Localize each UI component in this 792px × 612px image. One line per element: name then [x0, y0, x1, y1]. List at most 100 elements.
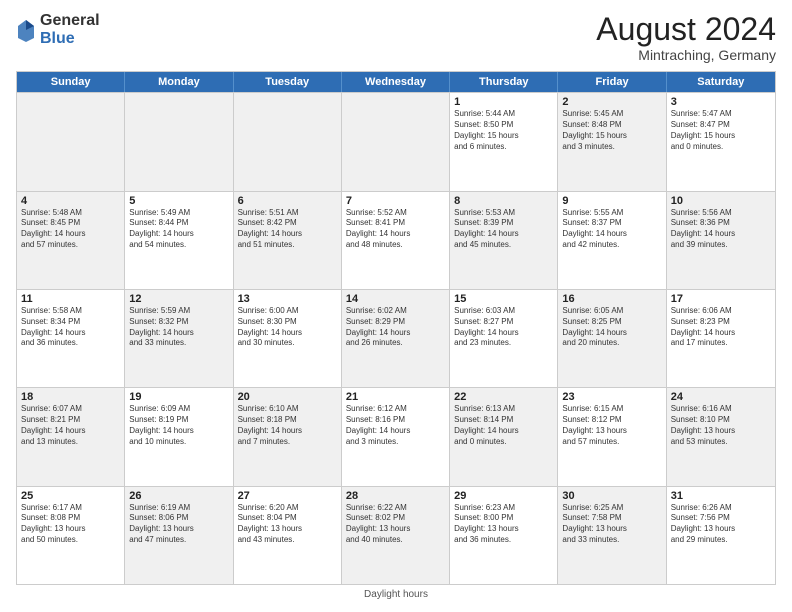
day-number: 12 — [129, 293, 228, 305]
day-number: 22 — [454, 391, 553, 403]
calendar-day-5: 5Sunrise: 5:49 AM Sunset: 8:44 PM Daylig… — [125, 192, 233, 289]
day-header-monday: Monday — [125, 72, 233, 92]
day-header-thursday: Thursday — [450, 72, 558, 92]
logo-blue: Blue — [40, 30, 75, 47]
day-number: 17 — [671, 293, 771, 305]
calendar-empty — [342, 93, 450, 190]
calendar-week-1: 1Sunrise: 5:44 AM Sunset: 8:50 PM Daylig… — [17, 92, 775, 190]
calendar-header: SundayMondayTuesdayWednesdayThursdayFrid… — [17, 72, 775, 92]
day-number: 8 — [454, 195, 553, 207]
header: General Blue August 2024 Mintraching, Ge… — [16, 12, 776, 63]
day-number: 15 — [454, 293, 553, 305]
calendar-day-31: 31Sunrise: 6:26 AM Sunset: 7:56 PM Dayli… — [667, 487, 775, 584]
calendar-day-16: 16Sunrise: 6:05 AM Sunset: 8:25 PM Dayli… — [558, 290, 666, 387]
day-number: 9 — [562, 195, 661, 207]
calendar-day-13: 13Sunrise: 6:00 AM Sunset: 8:30 PM Dayli… — [234, 290, 342, 387]
day-detail: Sunrise: 6:16 AM Sunset: 8:10 PM Dayligh… — [671, 404, 771, 447]
calendar-week-3: 11Sunrise: 5:58 AM Sunset: 8:34 PM Dayli… — [17, 289, 775, 387]
day-number: 26 — [129, 490, 228, 502]
day-detail: Sunrise: 6:26 AM Sunset: 7:56 PM Dayligh… — [671, 503, 771, 546]
day-number: 18 — [21, 391, 120, 403]
day-detail: Sunrise: 6:05 AM Sunset: 8:25 PM Dayligh… — [562, 306, 661, 349]
calendar-day-25: 25Sunrise: 6:17 AM Sunset: 8:08 PM Dayli… — [17, 487, 125, 584]
day-number: 29 — [454, 490, 553, 502]
calendar-day-26: 26Sunrise: 6:19 AM Sunset: 8:06 PM Dayli… — [125, 487, 233, 584]
calendar-empty — [17, 93, 125, 190]
calendar-day-7: 7Sunrise: 5:52 AM Sunset: 8:41 PM Daylig… — [342, 192, 450, 289]
calendar-day-15: 15Sunrise: 6:03 AM Sunset: 8:27 PM Dayli… — [450, 290, 558, 387]
day-detail: Sunrise: 5:48 AM Sunset: 8:45 PM Dayligh… — [21, 208, 120, 251]
day-detail: Sunrise: 5:53 AM Sunset: 8:39 PM Dayligh… — [454, 208, 553, 251]
day-number: 10 — [671, 195, 771, 207]
calendar-empty — [125, 93, 233, 190]
day-detail: Sunrise: 6:23 AM Sunset: 8:00 PM Dayligh… — [454, 503, 553, 546]
day-number: 23 — [562, 391, 661, 403]
logo-text: General Blue — [40, 12, 100, 47]
day-detail: Sunrise: 6:17 AM Sunset: 8:08 PM Dayligh… — [21, 503, 120, 546]
calendar-day-19: 19Sunrise: 6:09 AM Sunset: 8:19 PM Dayli… — [125, 388, 233, 485]
day-number: 13 — [238, 293, 337, 305]
day-number: 3 — [671, 96, 771, 108]
day-detail: Sunrise: 6:02 AM Sunset: 8:29 PM Dayligh… — [346, 306, 445, 349]
calendar-day-11: 11Sunrise: 5:58 AM Sunset: 8:34 PM Dayli… — [17, 290, 125, 387]
calendar-day-27: 27Sunrise: 6:20 AM Sunset: 8:04 PM Dayli… — [234, 487, 342, 584]
calendar-day-29: 29Sunrise: 6:23 AM Sunset: 8:00 PM Dayli… — [450, 487, 558, 584]
day-header-sunday: Sunday — [17, 72, 125, 92]
calendar-day-1: 1Sunrise: 5:44 AM Sunset: 8:50 PM Daylig… — [450, 93, 558, 190]
day-detail: Sunrise: 5:44 AM Sunset: 8:50 PM Dayligh… — [454, 109, 553, 152]
calendar-day-2: 2Sunrise: 5:45 AM Sunset: 8:48 PM Daylig… — [558, 93, 666, 190]
day-number: 25 — [21, 490, 120, 502]
day-number: 7 — [346, 195, 445, 207]
location: Mintraching, Germany — [596, 47, 776, 63]
day-detail: Sunrise: 6:13 AM Sunset: 8:14 PM Dayligh… — [454, 404, 553, 447]
day-number: 24 — [671, 391, 771, 403]
day-detail: Sunrise: 6:19 AM Sunset: 8:06 PM Dayligh… — [129, 503, 228, 546]
day-detail: Sunrise: 5:58 AM Sunset: 8:34 PM Dayligh… — [21, 306, 120, 349]
day-detail: Sunrise: 5:56 AM Sunset: 8:36 PM Dayligh… — [671, 208, 771, 251]
day-number: 31 — [671, 490, 771, 502]
calendar-day-20: 20Sunrise: 6:10 AM Sunset: 8:18 PM Dayli… — [234, 388, 342, 485]
calendar-week-2: 4Sunrise: 5:48 AM Sunset: 8:45 PM Daylig… — [17, 191, 775, 289]
day-number: 14 — [346, 293, 445, 305]
day-number: 1 — [454, 96, 553, 108]
day-number: 6 — [238, 195, 337, 207]
day-number: 19 — [129, 391, 228, 403]
calendar-day-30: 30Sunrise: 6:25 AM Sunset: 7:58 PM Dayli… — [558, 487, 666, 584]
calendar-day-22: 22Sunrise: 6:13 AM Sunset: 8:14 PM Dayli… — [450, 388, 558, 485]
day-detail: Sunrise: 5:45 AM Sunset: 8:48 PM Dayligh… — [562, 109, 661, 152]
day-number: 2 — [562, 96, 661, 108]
calendar-week-5: 25Sunrise: 6:17 AM Sunset: 8:08 PM Dayli… — [17, 486, 775, 584]
day-detail: Sunrise: 6:20 AM Sunset: 8:04 PM Dayligh… — [238, 503, 337, 546]
day-detail: Sunrise: 6:22 AM Sunset: 8:02 PM Dayligh… — [346, 503, 445, 546]
calendar-body: 1Sunrise: 5:44 AM Sunset: 8:50 PM Daylig… — [17, 92, 775, 584]
day-detail: Sunrise: 6:00 AM Sunset: 8:30 PM Dayligh… — [238, 306, 337, 349]
day-number: 28 — [346, 490, 445, 502]
day-detail: Sunrise: 5:55 AM Sunset: 8:37 PM Dayligh… — [562, 208, 661, 251]
calendar-day-28: 28Sunrise: 6:22 AM Sunset: 8:02 PM Dayli… — [342, 487, 450, 584]
calendar-day-9: 9Sunrise: 5:55 AM Sunset: 8:37 PM Daylig… — [558, 192, 666, 289]
day-header-wednesday: Wednesday — [342, 72, 450, 92]
day-detail: Sunrise: 6:15 AM Sunset: 8:12 PM Dayligh… — [562, 404, 661, 447]
footer-note: Daylight hours — [16, 589, 776, 600]
day-detail: Sunrise: 6:12 AM Sunset: 8:16 PM Dayligh… — [346, 404, 445, 447]
day-detail: Sunrise: 5:49 AM Sunset: 8:44 PM Dayligh… — [129, 208, 228, 251]
day-detail: Sunrise: 5:52 AM Sunset: 8:41 PM Dayligh… — [346, 208, 445, 251]
day-detail: Sunrise: 6:25 AM Sunset: 7:58 PM Dayligh… — [562, 503, 661, 546]
day-number: 20 — [238, 391, 337, 403]
calendar-day-24: 24Sunrise: 6:16 AM Sunset: 8:10 PM Dayli… — [667, 388, 775, 485]
day-detail: Sunrise: 6:10 AM Sunset: 8:18 PM Dayligh… — [238, 404, 337, 447]
day-detail: Sunrise: 6:07 AM Sunset: 8:21 PM Dayligh… — [21, 404, 120, 447]
calendar-day-4: 4Sunrise: 5:48 AM Sunset: 8:45 PM Daylig… — [17, 192, 125, 289]
calendar-day-8: 8Sunrise: 5:53 AM Sunset: 8:39 PM Daylig… — [450, 192, 558, 289]
logo-general: General — [40, 12, 100, 29]
logo: General Blue — [16, 12, 100, 47]
day-number: 27 — [238, 490, 337, 502]
calendar-day-21: 21Sunrise: 6:12 AM Sunset: 8:16 PM Dayli… — [342, 388, 450, 485]
day-number: 11 — [21, 293, 120, 305]
calendar-day-6: 6Sunrise: 5:51 AM Sunset: 8:42 PM Daylig… — [234, 192, 342, 289]
day-detail: Sunrise: 5:59 AM Sunset: 8:32 PM Dayligh… — [129, 306, 228, 349]
day-number: 4 — [21, 195, 120, 207]
day-detail: Sunrise: 6:06 AM Sunset: 8:23 PM Dayligh… — [671, 306, 771, 349]
calendar-day-3: 3Sunrise: 5:47 AM Sunset: 8:47 PM Daylig… — [667, 93, 775, 190]
calendar-week-4: 18Sunrise: 6:07 AM Sunset: 8:21 PM Dayli… — [17, 387, 775, 485]
